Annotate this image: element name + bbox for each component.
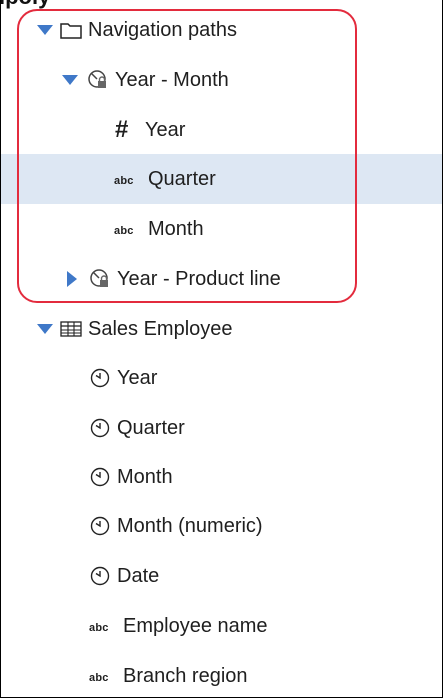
expand-arrow-icon[interactable]: [61, 71, 79, 89]
tree-item-month[interactable]: Month: [1, 452, 442, 502]
tree-item-label: Branch region: [123, 665, 248, 687]
tree-item-label: Year: [145, 119, 186, 141]
tree-item-label: Quarter: [148, 168, 216, 190]
tree-item-quarter[interactable]: abc Quarter: [1, 154, 442, 204]
tree-item-label: Month: [148, 218, 204, 240]
navigation-path-lock-icon: [89, 268, 111, 290]
tree-item-label: Quarter: [117, 417, 185, 439]
tree-item-year-month[interactable]: Year - Month: [1, 55, 442, 105]
tree-item-label: Year - Month: [115, 69, 229, 91]
tree-item-month[interactable]: abc Month: [1, 204, 442, 254]
clock-icon: [89, 417, 111, 439]
clock-icon: [89, 565, 111, 587]
tree-item-label: Year - Product line: [117, 268, 281, 290]
tree-item-label: Year: [117, 367, 158, 389]
tree-item-navigation-paths[interactable]: Navigation paths: [1, 5, 442, 55]
abc-icon: abc: [114, 224, 134, 237]
abc-icon: abc: [114, 174, 134, 187]
tree-item-branch-region[interactable]: abc Branch region: [1, 651, 442, 697]
clock-icon: [89, 367, 111, 389]
folder-icon: [60, 19, 82, 41]
tree-item-sales-employee[interactable]: Sales Employee: [1, 304, 442, 354]
tree-item-quarter[interactable]: Quarter: [1, 403, 442, 453]
clock-icon: [89, 466, 111, 488]
tree-item-label: Navigation paths: [88, 19, 237, 41]
abc-icon: abc: [89, 671, 109, 684]
tree-item-label: Sales Employee: [88, 318, 233, 340]
tree-item-label: Date: [117, 565, 160, 587]
collapse-arrow-icon[interactable]: [63, 270, 81, 288]
navigation-path-lock-icon: [87, 69, 109, 91]
tree-item-employee-name[interactable]: abc Employee name: [1, 601, 442, 651]
expand-arrow-icon[interactable]: [36, 21, 54, 39]
tree-item-year-product-line[interactable]: Year - Product line: [1, 254, 442, 304]
tree-item-label: Employee name: [123, 615, 268, 637]
clock-icon: [89, 515, 111, 537]
hash-icon: #: [115, 116, 129, 143]
tree-item-label: Month: [117, 466, 173, 488]
tree-item-year[interactable]: Year: [1, 353, 442, 403]
expand-arrow-icon[interactable]: [36, 320, 54, 338]
tree-item-year[interactable]: # Year: [1, 105, 442, 155]
abc-icon: abc: [89, 621, 109, 634]
tree-item-label: Month (numeric): [117, 515, 263, 537]
tree-panel: lpoly Navigation paths: [0, 0, 443, 698]
table-icon: [60, 318, 82, 340]
tree-item-date[interactable]: Date: [1, 551, 442, 601]
tree-item-month-numeric[interactable]: Month (numeric): [1, 501, 442, 551]
